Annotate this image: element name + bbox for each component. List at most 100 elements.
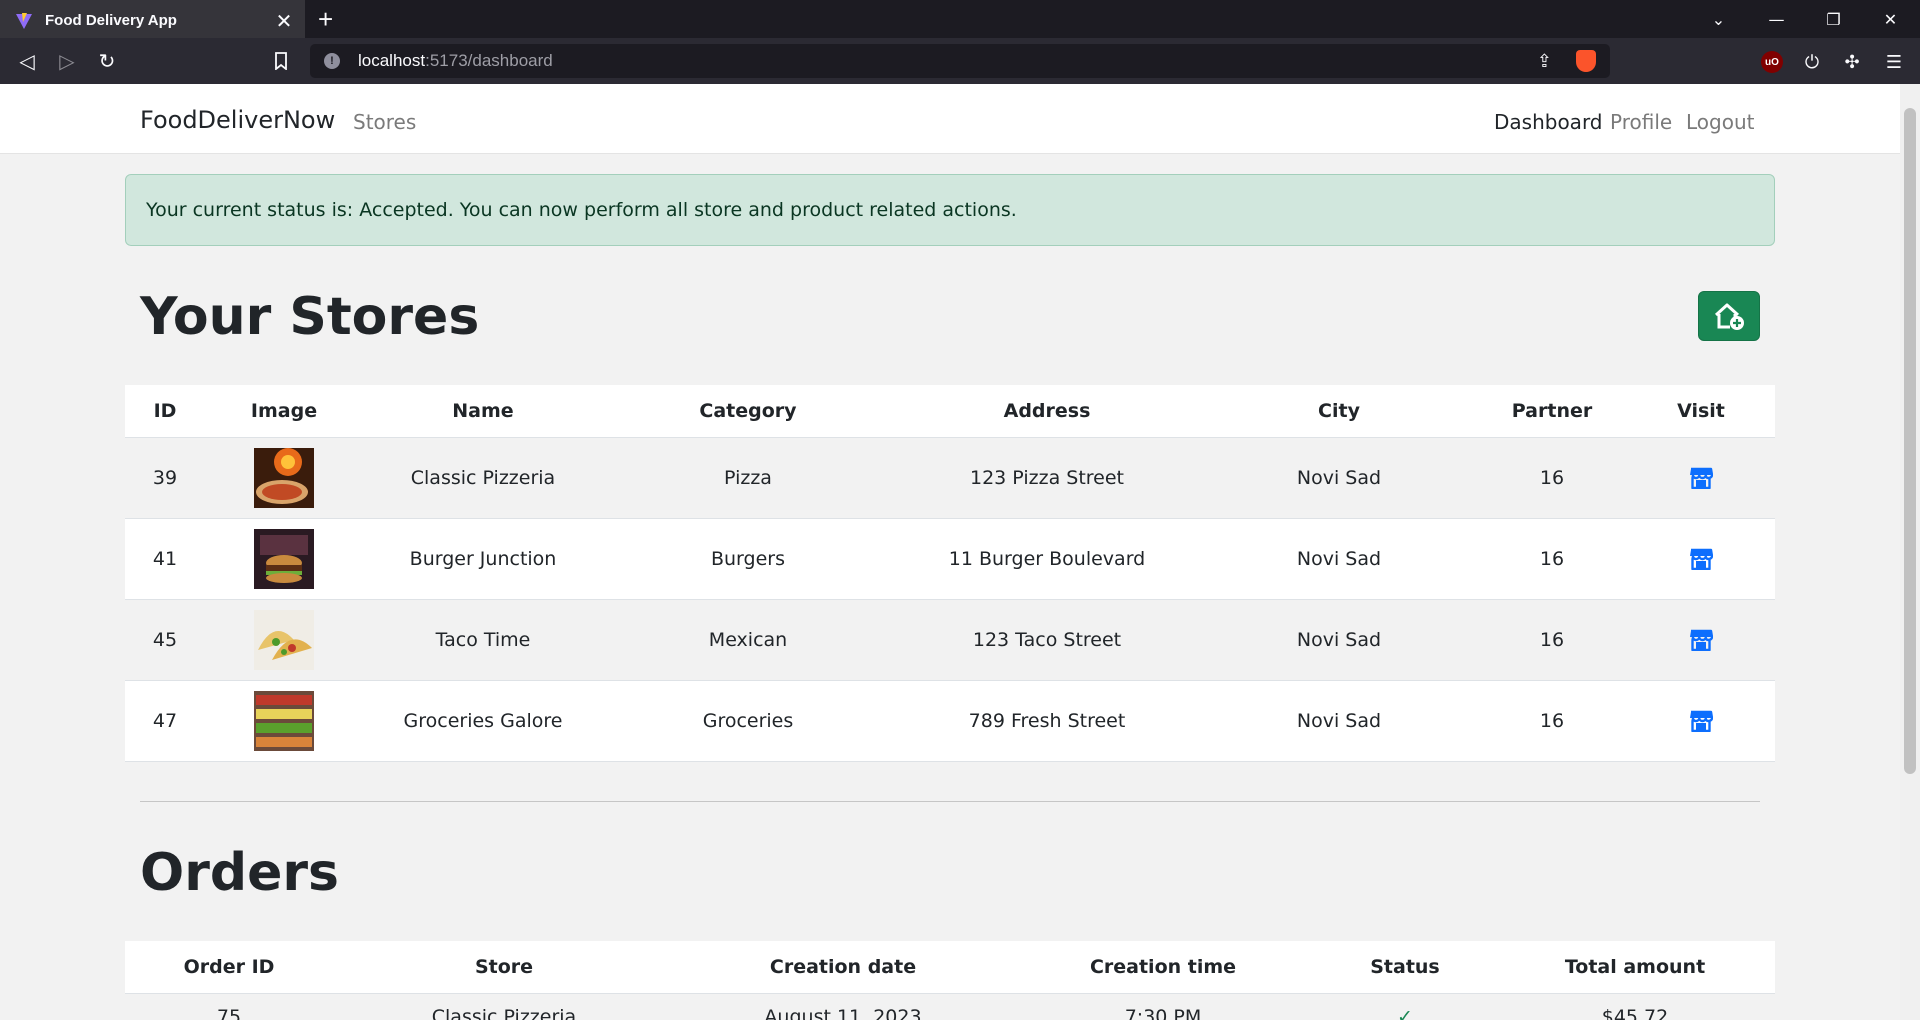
store-id: 39 <box>125 437 205 519</box>
app-navbar: FoodDeliverNow Stores Dashboard Profile … <box>0 84 1900 154</box>
store-id: 47 <box>125 680 205 762</box>
tab-title: Food Delivery App <box>45 12 177 29</box>
back-icon[interactable]: ◁ <box>12 46 42 76</box>
col-header-status: Status <box>1315 941 1495 994</box>
new-tab-icon[interactable]: + <box>318 4 333 35</box>
store-address: 123 Pizza Street <box>893 437 1201 519</box>
order-creation-date: August 11, 2023 <box>675 993 1011 1020</box>
order-creation-time: 7:30 PM <box>1011 993 1315 1020</box>
shop-icon[interactable] <box>1689 710 1713 732</box>
col-header-address: Address <box>893 385 1201 438</box>
browser-tab[interactable]: Food Delivery App ✕ <box>0 0 305 38</box>
col-header-id: ID <box>125 385 205 438</box>
status-alert: Your current status is: Accepted. You ca… <box>125 174 1775 246</box>
bookmark-icon[interactable] <box>266 46 296 76</box>
store-address: 123 Taco Street <box>893 599 1201 681</box>
vite-favicon-icon <box>16 12 32 29</box>
orders-header-row: Order ID Store Creation date Creation ti… <box>125 941 1775 994</box>
store-category: Groceries <box>603 680 893 762</box>
menu-icon[interactable]: ☰ <box>1880 48 1908 76</box>
store-name: Taco Time <box>363 599 603 681</box>
col-header-image: Image <box>205 385 363 438</box>
col-header-order-id: Order ID <box>125 941 333 994</box>
stores-header-row: ID Image Name Category Address City Part… <box>125 385 1775 438</box>
store-partner: 16 <box>1477 518 1627 600</box>
store-row: 41 Burger Junction Burgers 11 Burger Bou… <box>125 518 1775 600</box>
address-bar[interactable]: ! localhost:5173/dashboard ⇪ <box>310 44 1610 78</box>
shop-icon[interactable] <box>1689 548 1713 570</box>
extensions-icon[interactable]: ✣ <box>1838 48 1866 76</box>
col-header-total-amount: Total amount <box>1495 941 1775 994</box>
store-image-groceries <box>254 690 314 751</box>
forward-icon[interactable]: ▷ <box>52 46 82 76</box>
minimize-icon[interactable]: — <box>1748 0 1805 38</box>
store-city: Novi Sad <box>1201 518 1477 600</box>
page-scrollbar[interactable] <box>1900 84 1920 1020</box>
share-icon[interactable]: ⇪ <box>1537 51 1552 72</box>
store-row: 45 Taco Time Mexican 123 Taco Street Nov… <box>125 599 1775 681</box>
scrollbar-thumb[interactable] <box>1904 108 1916 774</box>
col-header-partner: Partner <box>1477 385 1627 438</box>
url-text[interactable]: localhost:5173/dashboard <box>358 51 553 71</box>
tab-close-icon[interactable]: ✕ <box>271 9 297 33</box>
col-header-city: City <box>1201 385 1477 438</box>
store-row: 47 Groceries Galore Groceries 789 Fresh … <box>125 680 1775 762</box>
store-name: Burger Junction <box>363 518 603 600</box>
brave-shields-icon[interactable] <box>1576 50 1596 72</box>
store-category: Pizza <box>603 437 893 519</box>
col-header-creation-time: Creation time <box>1011 941 1315 994</box>
col-header-name: Name <box>363 385 603 438</box>
browser-tabbar: Food Delivery App ✕ + ⌄ — ❐ ✕ <box>0 0 1920 38</box>
store-image-taco <box>254 609 314 670</box>
close-window-icon[interactable]: ✕ <box>1862 0 1919 38</box>
add-store-button[interactable] <box>1698 291 1760 341</box>
col-header-category: Category <box>603 385 893 438</box>
stores-table: ID Image Name Category Address City Part… <box>125 385 1775 762</box>
page: FoodDeliverNow Stores Dashboard Profile … <box>0 84 1900 1020</box>
col-header-store: Store <box>333 941 675 994</box>
orders-title: Orders <box>140 843 339 903</box>
col-header-visit: Visit <box>1627 385 1775 438</box>
nav-logout-link[interactable]: Logout <box>1686 110 1754 134</box>
order-total-amount: $45.72 <box>1495 993 1775 1020</box>
shop-icon[interactable] <box>1689 629 1713 651</box>
store-image-pizza <box>254 447 314 508</box>
order-store: Classic Pizzeria <box>333 993 675 1020</box>
nav-profile-link[interactable]: Profile <box>1610 110 1672 134</box>
store-category: Burgers <box>603 518 893 600</box>
orders-table: Order ID Store Creation date Creation ti… <box>125 941 1775 1020</box>
order-id: 75 <box>125 993 333 1020</box>
store-partner: 16 <box>1477 680 1627 762</box>
nav-stores-link[interactable]: Stores <box>353 110 416 134</box>
stores-title: Your Stores <box>140 287 480 347</box>
ublock-icon[interactable]: uO <box>1761 51 1783 73</box>
store-city: Novi Sad <box>1201 680 1477 762</box>
brand[interactable]: FoodDeliverNow <box>140 106 335 134</box>
store-row: 39 Classic Pizzeria Pizza 123 Pizza Stre… <box>125 437 1775 519</box>
house-plus-icon <box>1714 303 1744 330</box>
store-name: Classic Pizzeria <box>363 437 603 519</box>
col-header-creation-date: Creation date <box>675 941 1011 994</box>
power-icon[interactable]: ⏻ <box>1798 48 1826 76</box>
nav-dashboard-link[interactable]: Dashboard <box>1494 110 1603 134</box>
store-id: 45 <box>125 599 205 681</box>
store-address: 789 Fresh Street <box>893 680 1201 762</box>
check-icon: ✓ <box>1315 993 1495 1020</box>
store-name: Groceries Galore <box>363 680 603 762</box>
store-category: Mexican <box>603 599 893 681</box>
status-alert-text: Your current status is: Accepted. You ca… <box>146 199 1017 221</box>
shop-icon[interactable] <box>1689 467 1713 489</box>
section-divider <box>140 801 1760 802</box>
site-info-icon[interactable]: ! <box>324 53 340 69</box>
store-address: 11 Burger Boulevard <box>893 518 1201 600</box>
store-image-burger <box>254 528 314 589</box>
store-partner: 16 <box>1477 437 1627 519</box>
store-city: Novi Sad <box>1201 437 1477 519</box>
order-row: 75 Classic Pizzeria August 11, 2023 7:30… <box>125 993 1775 1020</box>
store-partner: 16 <box>1477 599 1627 681</box>
restore-icon[interactable]: ❐ <box>1805 0 1862 38</box>
tab-list-chevron-icon[interactable]: ⌄ <box>1690 0 1747 38</box>
reload-icon[interactable]: ↻ <box>92 46 122 76</box>
store-city: Novi Sad <box>1201 599 1477 681</box>
store-id: 41 <box>125 518 205 600</box>
